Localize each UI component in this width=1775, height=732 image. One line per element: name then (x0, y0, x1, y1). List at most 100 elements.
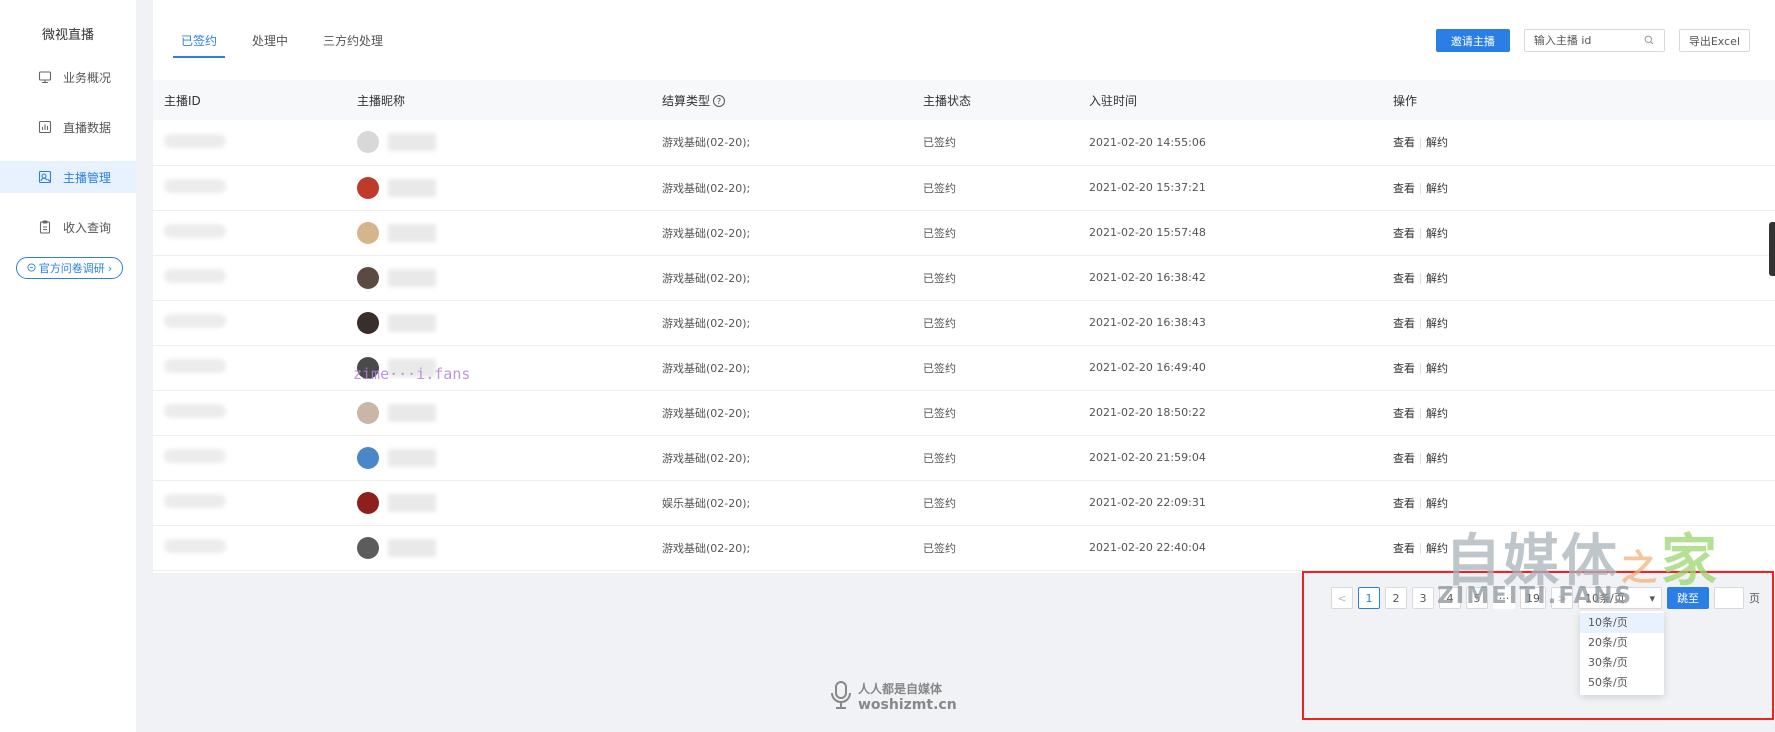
side-feedback-tab[interactable] (1769, 222, 1775, 276)
redacted-nickname (388, 133, 436, 152)
anchor-id-cell (153, 120, 357, 166)
page-size-option[interactable]: 10条/页 (1580, 613, 1664, 633)
view-button[interactable]: 查看 (1393, 317, 1415, 330)
sidebar-item-live-data[interactable]: 直播数据 (0, 111, 136, 143)
redacted-id (164, 133, 226, 148)
column-header-settlement: 结算类型? (662, 80, 923, 120)
sidebar-item-anchor-manage[interactable]: 主播管理 (0, 161, 136, 193)
page-size-option[interactable]: 50条/页 (1580, 673, 1664, 693)
settlement-cell: 娱乐基础(02-20); (662, 480, 923, 526)
actions-cell: 查看 解约 (1393, 165, 1775, 211)
view-button[interactable]: 查看 (1393, 272, 1415, 285)
sidebar-item-overview[interactable]: 业务概况 (0, 61, 136, 93)
bottom-watermark-line: 人人都是自媒体 (858, 682, 943, 696)
redacted-id (164, 449, 226, 463)
redacted-nickname (388, 448, 436, 467)
settlement-cell: 游戏基础(02-20); (662, 300, 923, 346)
table-row: 游戏基础(02-20); 已签约 2021-02-20 18:50:22 查看 解约 (153, 390, 1775, 436)
sidebar-item-label: 主播管理 (63, 170, 112, 185)
join-time-cell: 2021-02-20 15:57:48 (1089, 210, 1393, 256)
view-button[interactable]: 查看 (1393, 227, 1415, 240)
settlement-cell: 游戏基础(02-20); (662, 255, 923, 301)
tab-processing[interactable]: 处理中 (252, 32, 288, 58)
divider (1420, 408, 1421, 419)
view-button[interactable]: 查看 (1393, 362, 1415, 375)
anchor-id-cell (153, 345, 357, 391)
unsign-button[interactable]: 解约 (1426, 182, 1448, 195)
unsign-button[interactable]: 解约 (1426, 227, 1448, 240)
view-button[interactable]: 查看 (1393, 497, 1415, 510)
table-row: 游戏基础(02-20); 已签约 2021-02-20 21:59:04 查看 解约 (153, 435, 1775, 481)
settlement-cell: 游戏基础(02-20); (662, 525, 923, 571)
tab-signed[interactable]: 已签约 (172, 32, 226, 58)
export-excel-button[interactable]: 导出Excel (1678, 29, 1750, 52)
brand-subtitle: ZIMEITI.FANS (1437, 583, 1634, 609)
join-time-cell: 2021-02-20 16:38:43 (1089, 300, 1393, 346)
column-header-anchor-id: 主播ID (153, 80, 357, 120)
unsign-button[interactable]: 解约 (1426, 272, 1448, 285)
divider (1420, 273, 1421, 284)
redacted-nickname (388, 178, 436, 197)
page-unit-label: 页 (1749, 592, 1760, 605)
sidebar-item-label: 直播数据 (63, 120, 112, 135)
app-title: 微视直播 (41, 28, 94, 43)
page-button[interactable]: 2 (1385, 587, 1407, 609)
unsign-button[interactable]: 解约 (1426, 407, 1448, 420)
settlement-cell: 游戏基础(02-20); (662, 435, 923, 481)
status-cell: 已签约 (923, 525, 1089, 571)
view-button[interactable]: 查看 (1393, 182, 1415, 195)
redacted-id (164, 494, 226, 508)
anchor-id-search-input[interactable] (1533, 34, 1644, 47)
settlement-cell: 游戏基础(02-20); (662, 120, 923, 166)
redacted-id (164, 359, 226, 373)
avatar (357, 446, 379, 469)
view-button[interactable]: 查看 (1393, 542, 1415, 555)
nickname-cell (357, 390, 662, 436)
status-cell: 已签约 (923, 210, 1089, 256)
join-time-cell: 2021-02-20 18:50:22 (1089, 390, 1393, 436)
view-button[interactable]: 查看 (1393, 407, 1415, 420)
status-cell: 已签约 (923, 255, 1089, 301)
status-cell: 已签约 (923, 165, 1089, 211)
page-button[interactable]: 3 (1412, 587, 1434, 609)
sidebar-item-label: 收入查询 (63, 220, 112, 235)
nickname-cell (357, 525, 662, 571)
table-row: 游戏基础(02-20); 已签约 2021-02-20 14:55:06 查看 解约 (153, 120, 1775, 166)
redacted-nickname (388, 493, 436, 512)
bottom-watermark-line: woshizmt.cn (858, 697, 957, 713)
redacted-id (164, 179, 226, 193)
view-button[interactable]: 查看 (1393, 136, 1415, 149)
join-time-cell: 2021-02-20 14:55:06 (1089, 120, 1393, 166)
join-time-cell: 2021-02-20 22:09:31 (1089, 480, 1393, 526)
avatar (357, 131, 379, 154)
sidebar: 微视直播 业务概况 直播数据 主播管理 收入查询 官方问卷调研 › (0, 0, 136, 732)
search-icon[interactable] (1644, 34, 1654, 48)
redacted-id (164, 269, 226, 283)
invite-anchor-button[interactable]: 邀请主播 (1435, 29, 1510, 52)
page-size-option[interactable]: 30条/页 (1580, 653, 1664, 673)
page-button[interactable]: 1 (1358, 587, 1380, 609)
actions-cell: 查看 解约 (1393, 210, 1775, 256)
unsign-button[interactable]: 解约 (1426, 317, 1448, 330)
unsign-button[interactable]: 解约 (1426, 362, 1448, 375)
sidebar-item-income[interactable]: 收入查询 (0, 211, 136, 243)
redacted-nickname (388, 223, 436, 242)
user-manage-icon (38, 170, 52, 184)
divider (1420, 453, 1421, 464)
tab-third-party[interactable]: 三方约处理 (323, 32, 383, 58)
unsign-button[interactable]: 解约 (1426, 136, 1448, 149)
nickname-cell (357, 300, 662, 346)
unsign-button[interactable]: 解约 (1426, 452, 1448, 465)
bottom-watermark: 人人都是自媒体 woshizmt.cn (830, 680, 957, 713)
unsign-button[interactable]: 解约 (1426, 497, 1448, 510)
nickname-cell (357, 480, 662, 526)
survey-button[interactable]: 官方问卷调研 › (16, 257, 123, 279)
help-icon[interactable]: ? (713, 95, 726, 107)
nickname-cell (357, 255, 662, 301)
prev-page-button[interactable]: < (1331, 587, 1353, 609)
divider (1420, 228, 1421, 239)
page-size-option[interactable]: 20条/页 (1580, 633, 1664, 653)
nickname-cell (357, 120, 662, 166)
view-button[interactable]: 查看 (1393, 452, 1415, 465)
redacted-id (164, 404, 226, 418)
